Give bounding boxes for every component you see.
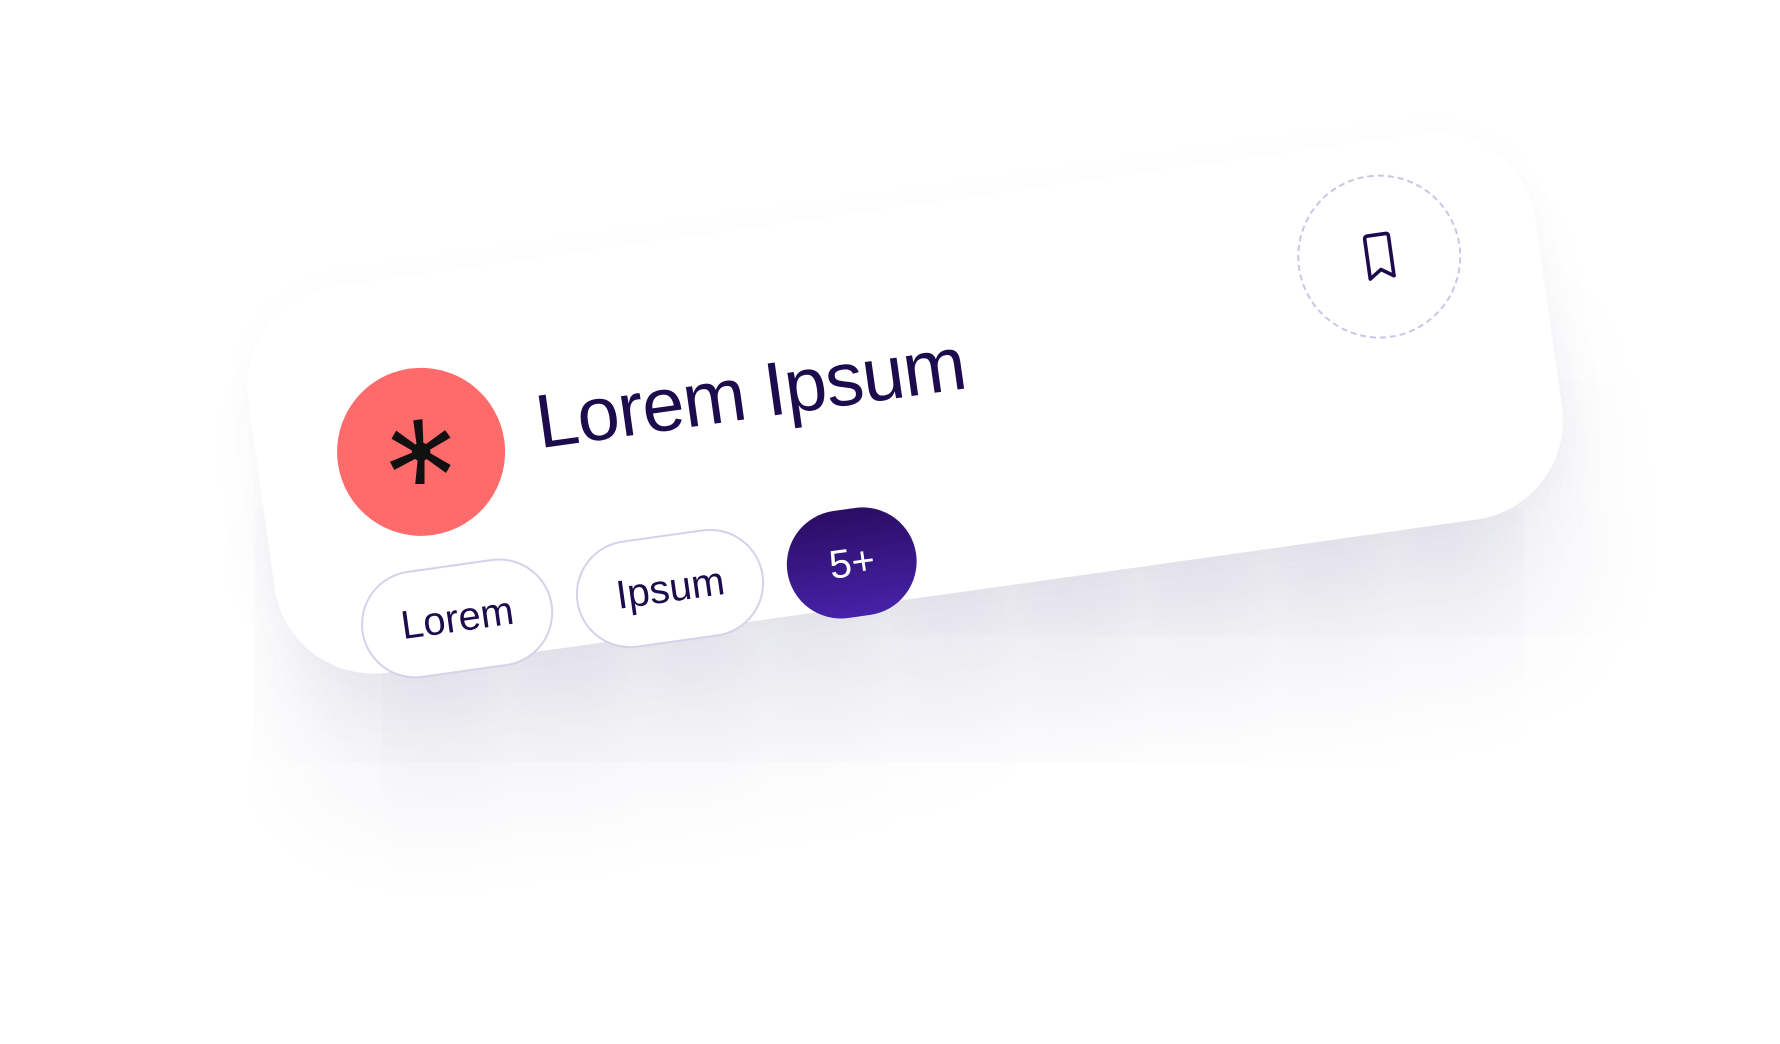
tag-chip[interactable]: Lorem — [354, 551, 561, 686]
stage: Lorem Ipsum Lorem Ipsum 5+ — [0, 0, 1780, 1044]
bookmark-button[interactable] — [1286, 163, 1472, 350]
more-tags-badge[interactable]: 5+ — [780, 500, 924, 626]
bookmark-icon — [1362, 231, 1396, 281]
tag-chip[interactable]: Ipsum — [569, 521, 772, 656]
avatar — [326, 356, 516, 547]
asterisk-burst-icon — [389, 419, 451, 484]
profile-card[interactable]: Lorem Ipsum Lorem Ipsum 5+ — [234, 119, 1576, 687]
card-title: Lorem Ipsum — [530, 320, 971, 466]
